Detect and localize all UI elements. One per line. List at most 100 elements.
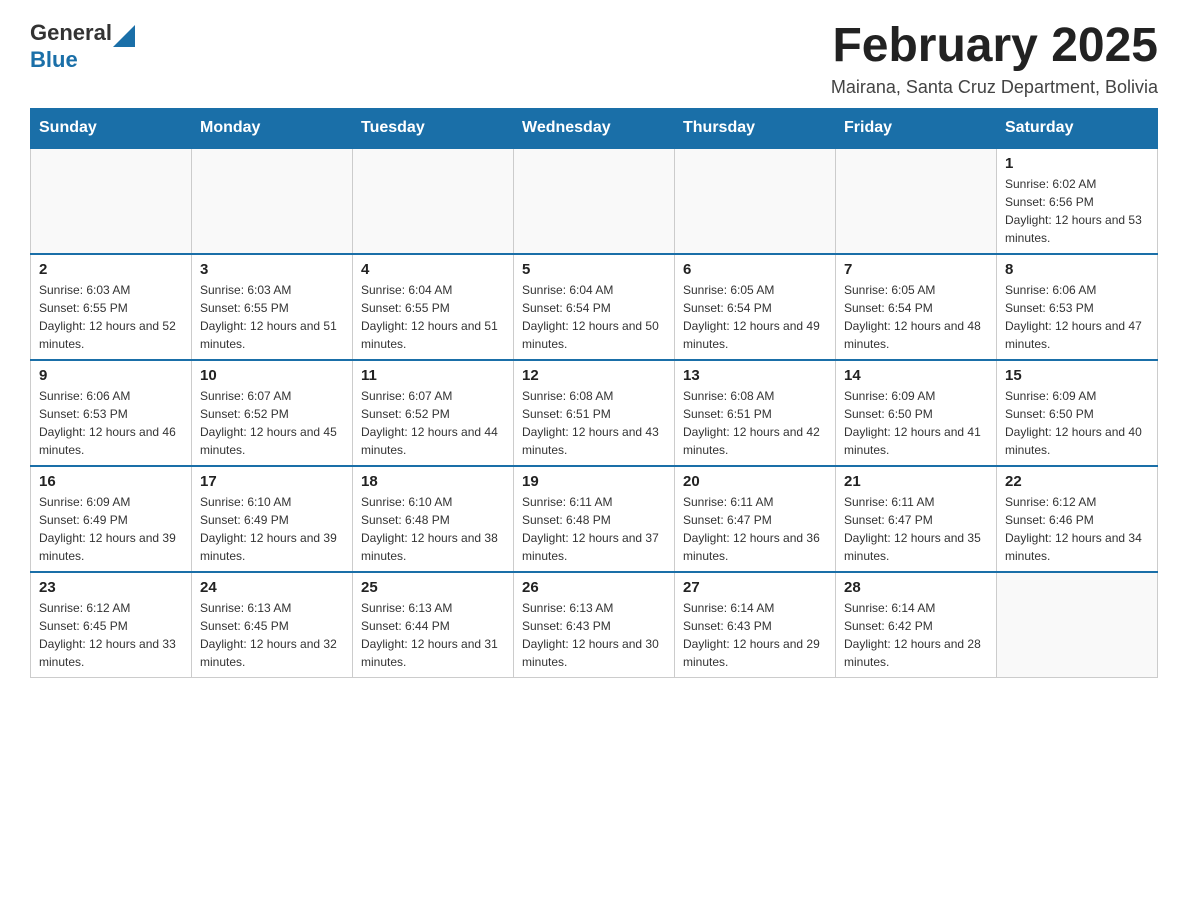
day-info: Sunrise: 6:11 AMSunset: 6:47 PMDaylight:… — [844, 493, 988, 565]
calendar-table: SundayMondayTuesdayWednesdayThursdayFrid… — [30, 108, 1158, 678]
day-number: 1 — [1005, 155, 1149, 172]
calendar-cell: 13 Sunrise: 6:08 AMSunset: 6:51 PMDayligh… — [675, 360, 836, 466]
day-number: 14 — [844, 367, 988, 384]
day-info: Sunrise: 6:13 AMSunset: 6:43 PMDaylight:… — [522, 599, 666, 671]
calendar-cell: 11 Sunrise: 6:07 AMSunset: 6:52 PMDayligh… — [353, 360, 514, 466]
calendar-subtitle: Mairana, Santa Cruz Department, Bolivia — [831, 77, 1158, 98]
calendar-cell: 28 Sunrise: 6:14 AMSunset: 6:42 PMDayligh… — [836, 572, 997, 678]
calendar-week-row: 16Sunrise: 6:09 AMSunset: 6:49 PMDayligh… — [31, 466, 1158, 572]
day-number: 20 — [683, 473, 827, 490]
day-info: Sunrise: 6:10 AMSunset: 6:48 PMDaylight:… — [361, 493, 505, 565]
day-number: 27 — [683, 579, 827, 596]
day-info: Sunrise: 6:08 AMSunset: 6:51 PMDaylight:… — [683, 387, 827, 459]
calendar-cell: 18 Sunrise: 6:10 AMSunset: 6:48 PMDayligh… — [353, 466, 514, 572]
day-number: 24 — [200, 579, 344, 596]
weekday-header-thursday: Thursday — [675, 108, 836, 148]
weekday-header-row: SundayMondayTuesdayWednesdayThursdayFrid… — [31, 108, 1158, 148]
day-number: 5 — [522, 261, 666, 278]
day-number: 3 — [200, 261, 344, 278]
calendar-cell: 1 Sunrise: 6:02 AMSunset: 6:56 PMDaylight… — [997, 148, 1158, 254]
day-info: Sunrise: 6:06 AMSunset: 6:53 PMDaylight:… — [1005, 281, 1149, 353]
day-info: Sunrise: 6:11 AMSunset: 6:47 PMDaylight:… — [683, 493, 827, 565]
calendar-week-row: 23 Sunrise: 6:12 AMSunset: 6:45 PMDayligh… — [31, 572, 1158, 678]
day-info: Sunrise: 6:08 AMSunset: 6:51 PMDaylight:… — [522, 387, 666, 459]
calendar-cell: 10 Sunrise: 6:07 AMSunset: 6:52 PMDayligh… — [192, 360, 353, 466]
day-info: Sunrise: 6:02 AMSunset: 6:56 PMDaylight:… — [1005, 175, 1149, 247]
calendar-cell: 27 Sunrise: 6:14 AMSunset: 6:43 PMDayligh… — [675, 572, 836, 678]
day-info: Sunrise: 6:09 AMSunset: 6:50 PMDaylight:… — [1005, 387, 1149, 459]
calendar-cell: 24 Sunrise: 6:13 AMSunset: 6:45 PMDayligh… — [192, 572, 353, 678]
calendar-week-row: 2 Sunrise: 6:03 AMSunset: 6:55 PMDaylight… — [31, 254, 1158, 360]
day-info: Sunrise: 6:05 AMSunset: 6:54 PMDaylight:… — [844, 281, 988, 353]
logo-general-text: General Blue — [30, 20, 136, 73]
day-info: Sunrise: 6:04 AMSunset: 6:54 PMDaylight:… — [522, 281, 666, 353]
day-info: Sunrise: 6:12 AMSunset: 6:45 PMDaylight:… — [39, 599, 183, 671]
day-number: 16 — [39, 473, 183, 490]
day-number: 2 — [39, 261, 183, 278]
day-number: 28 — [844, 579, 988, 596]
day-info: Sunrise: 6:14 AMSunset: 6:42 PMDaylight:… — [844, 599, 988, 671]
title-block: February 2025 Mairana, Santa Cruz Depart… — [831, 20, 1158, 98]
day-number: 15 — [1005, 367, 1149, 384]
day-number: 4 — [361, 261, 505, 278]
day-number: 10 — [200, 367, 344, 384]
day-number: 6 — [683, 261, 827, 278]
calendar-cell — [675, 148, 836, 254]
day-info: Sunrise: 6:07 AMSunset: 6:52 PMDaylight:… — [200, 387, 344, 459]
day-number: 9 — [39, 367, 183, 384]
day-number: 13 — [683, 367, 827, 384]
day-number: 26 — [522, 579, 666, 596]
day-number: 23 — [39, 579, 183, 596]
calendar-cell: 7 Sunrise: 6:05 AMSunset: 6:54 PMDaylight… — [836, 254, 997, 360]
day-info: Sunrise: 6:10 AMSunset: 6:49 PMDaylight:… — [200, 493, 344, 565]
calendar-cell: 4 Sunrise: 6:04 AMSunset: 6:55 PMDaylight… — [353, 254, 514, 360]
calendar-cell: 8 Sunrise: 6:06 AMSunset: 6:53 PMDaylight… — [997, 254, 1158, 360]
calendar-cell: 15 Sunrise: 6:09 AMSunset: 6:50 PMDayligh… — [997, 360, 1158, 466]
calendar-cell: 19 Sunrise: 6:11 AMSunset: 6:48 PMDayligh… — [514, 466, 675, 572]
calendar-cell: 21 Sunrise: 6:11 AMSunset: 6:47 PMDayligh… — [836, 466, 997, 572]
page-header: General Blue February 2025 Mairana, Sant… — [30, 20, 1158, 98]
calendar-cell: 6 Sunrise: 6:05 AMSunset: 6:54 PMDaylight… — [675, 254, 836, 360]
calendar-cell: 16Sunrise: 6:09 AMSunset: 6:49 PMDayligh… — [31, 466, 192, 572]
calendar-cell — [31, 148, 192, 254]
day-info: Sunrise: 6:05 AMSunset: 6:54 PMDaylight:… — [683, 281, 827, 353]
calendar-body: 1 Sunrise: 6:02 AMSunset: 6:56 PMDaylight… — [31, 148, 1158, 678]
calendar-header: SundayMondayTuesdayWednesdayThursdayFrid… — [31, 108, 1158, 148]
calendar-week-row: 9Sunrise: 6:06 AMSunset: 6:53 PMDaylight… — [31, 360, 1158, 466]
day-number: 19 — [522, 473, 666, 490]
weekday-header-friday: Friday — [836, 108, 997, 148]
calendar-title: February 2025 — [831, 20, 1158, 73]
day-info: Sunrise: 6:12 AMSunset: 6:46 PMDaylight:… — [1005, 493, 1149, 565]
day-number: 8 — [1005, 261, 1149, 278]
calendar-cell: 3Sunrise: 6:03 AMSunset: 6:55 PMDaylight… — [192, 254, 353, 360]
calendar-cell: 26 Sunrise: 6:13 AMSunset: 6:43 PMDayligh… — [514, 572, 675, 678]
calendar-cell: 12 Sunrise: 6:08 AMSunset: 6:51 PMDayligh… — [514, 360, 675, 466]
day-number: 18 — [361, 473, 505, 490]
day-number: 11 — [361, 367, 505, 384]
day-info: Sunrise: 6:07 AMSunset: 6:52 PMDaylight:… — [361, 387, 505, 459]
calendar-cell — [997, 572, 1158, 678]
calendar-cell — [353, 148, 514, 254]
calendar-cell: 9Sunrise: 6:06 AMSunset: 6:53 PMDaylight… — [31, 360, 192, 466]
weekday-header-sunday: Sunday — [31, 108, 192, 148]
day-number: 12 — [522, 367, 666, 384]
calendar-cell — [192, 148, 353, 254]
day-info: Sunrise: 6:09 AMSunset: 6:50 PMDaylight:… — [844, 387, 988, 459]
calendar-cell: 2 Sunrise: 6:03 AMSunset: 6:55 PMDaylight… — [31, 254, 192, 360]
day-number: 25 — [361, 579, 505, 596]
day-info: Sunrise: 6:13 AMSunset: 6:44 PMDaylight:… — [361, 599, 505, 671]
logo: General Blue — [30, 20, 136, 73]
day-info: Sunrise: 6:11 AMSunset: 6:48 PMDaylight:… — [522, 493, 666, 565]
day-info: Sunrise: 6:13 AMSunset: 6:45 PMDaylight:… — [200, 599, 344, 671]
day-number: 7 — [844, 261, 988, 278]
day-number: 21 — [844, 473, 988, 490]
calendar-cell: 23 Sunrise: 6:12 AMSunset: 6:45 PMDayligh… — [31, 572, 192, 678]
day-info: Sunrise: 6:04 AMSunset: 6:55 PMDaylight:… — [361, 281, 505, 353]
weekday-header-wednesday: Wednesday — [514, 108, 675, 148]
day-info: Sunrise: 6:14 AMSunset: 6:43 PMDaylight:… — [683, 599, 827, 671]
calendar-cell: 17Sunrise: 6:10 AMSunset: 6:49 PMDayligh… — [192, 466, 353, 572]
day-info: Sunrise: 6:03 AMSunset: 6:55 PMDaylight:… — [39, 281, 183, 353]
calendar-week-row: 1 Sunrise: 6:02 AMSunset: 6:56 PMDaylight… — [31, 148, 1158, 254]
calendar-cell: 22Sunrise: 6:12 AMSunset: 6:46 PMDayligh… — [997, 466, 1158, 572]
weekday-header-monday: Monday — [192, 108, 353, 148]
